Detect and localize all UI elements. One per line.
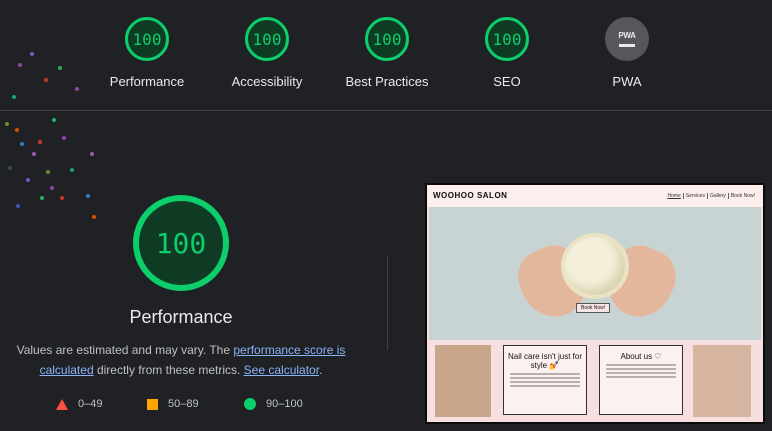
- score-value: 100: [252, 29, 282, 49]
- description-text: Values are estimated and may vary. The: [16, 343, 234, 357]
- pwa-badge-text: PWA: [618, 31, 636, 40]
- vertical-divider: [387, 255, 388, 350]
- thumb-polish-image: [693, 345, 751, 417]
- thumb-nav-home: Home: [667, 193, 681, 199]
- legend-average-label: 50–89: [168, 398, 199, 410]
- gauge-label: SEO: [493, 74, 521, 89]
- legend-fail: 0–49: [56, 398, 102, 410]
- gauge-best-practices[interactable]: 100 Best Practices: [322, 17, 452, 89]
- thumb-nav-gallery: Gallery: [706, 193, 728, 199]
- gauge-label: Best Practices: [345, 74, 429, 89]
- see-calculator-link[interactable]: See calculator: [244, 363, 319, 377]
- legend-pass-label: 90–100: [266, 398, 303, 410]
- thumb-card-about: About us ♡: [599, 345, 683, 415]
- gauge-label: PWA: [612, 74, 642, 89]
- thumb-card-title: About us ♡: [620, 352, 662, 361]
- legend-fail-label: 0–49: [78, 398, 103, 410]
- performance-score-value: 100: [155, 226, 207, 260]
- legend-average: 50–89: [147, 398, 199, 410]
- thumb-brand: WOOHOO SALON: [433, 191, 508, 200]
- gauge-label: Accessibility: [231, 74, 303, 89]
- score-value: 100: [372, 29, 402, 49]
- thumb-hero-image: Book Now!: [429, 207, 761, 340]
- pwa-dash-icon: [619, 44, 635, 47]
- performance-description: Values are estimated and may vary. The p…: [10, 340, 352, 380]
- category-gauges: 100 Performance 100 Accessibility 100 Be…: [0, 0, 772, 111]
- thumb-card-nail-care: Nail care isn't just for style 💅: [503, 345, 587, 415]
- thumb-navbar: WOOHOO SALON Home Services Gallery Book Now…: [427, 185, 763, 207]
- performance-title: Performance: [129, 307, 233, 327]
- gauge-performance[interactable]: 100 Performance: [82, 17, 212, 89]
- thumb-nav-book: Book Now!: [727, 193, 757, 199]
- performance-score-gauge: 100: [133, 195, 229, 291]
- thumb-hero-button: Book Now!: [576, 303, 611, 313]
- score-legend: 0–49 50–89 90–100: [0, 398, 360, 414]
- thumb-nav-services: Services: [682, 193, 707, 199]
- gauge-accessibility[interactable]: 100 Accessibility: [202, 17, 332, 89]
- description-text: .: [319, 363, 323, 377]
- thumb-card-title: Nail care isn't just for style 💅: [508, 352, 582, 370]
- gauge-pwa[interactable]: PWA PWA: [562, 17, 692, 89]
- page-screenshot-thumbnail[interactable]: WOOHOO SALON Home Services Gallery Book Now…: [425, 183, 765, 424]
- gauge-label: Performance: [109, 74, 185, 89]
- flower-shape: [565, 237, 625, 295]
- thumb-nav-links: Home Services Gallery Book Now!: [665, 193, 757, 199]
- thumb-nail-image: [435, 345, 491, 417]
- score-ring: 100: [365, 17, 409, 61]
- pwa-badge-icon: PWA: [605, 17, 649, 61]
- red-triangle-icon: [56, 398, 68, 410]
- description-text: directly from these metrics.: [93, 363, 244, 377]
- score-ring: 100: [125, 17, 169, 61]
- score-ring: 100: [245, 17, 289, 61]
- gauge-seo[interactable]: 100 SEO: [442, 17, 572, 89]
- score-value: 100: [492, 29, 522, 49]
- score-ring: 100: [485, 17, 529, 61]
- legend-pass: 90–100: [244, 398, 303, 410]
- score-value: 100: [132, 29, 162, 49]
- green-circle-icon: [244, 398, 256, 410]
- orange-square-icon: [147, 398, 158, 410]
